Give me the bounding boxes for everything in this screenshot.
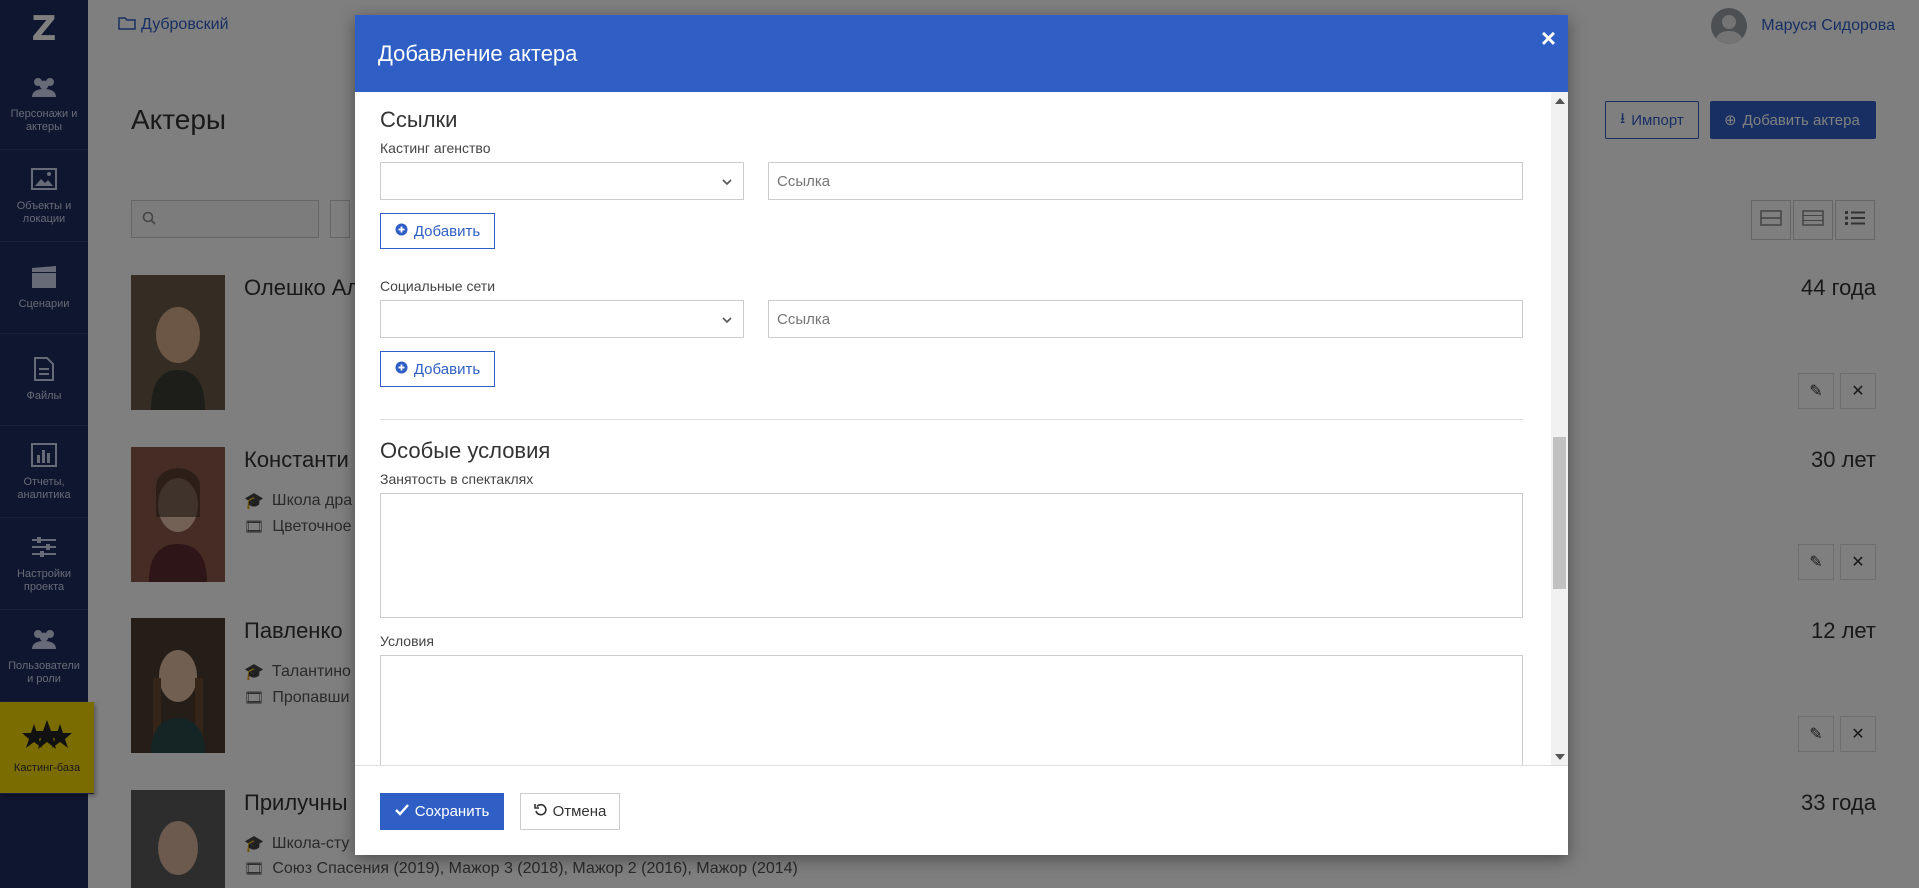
conditions-textarea[interactable] (380, 655, 1523, 765)
add-social-network-button[interactable]: Добавить (380, 351, 495, 387)
save-label: Сохранить (414, 803, 490, 820)
chevron-down-icon (721, 313, 733, 331)
chevron-down-icon (721, 175, 733, 193)
scroll-down-icon[interactable] (1555, 754, 1565, 760)
add-actor-modal: Добавление актера × Ссылки Кастинг агенс… (355, 15, 1568, 855)
modal-scrollbar[interactable] (1551, 92, 1568, 765)
plus-circle-icon (395, 223, 408, 240)
cancel-label: Отмена (552, 803, 607, 820)
add-label: Добавить (413, 222, 481, 240)
social-network-select[interactable] (380, 300, 744, 338)
plus-circle-icon (395, 361, 408, 378)
casting-agency-select[interactable] (380, 162, 744, 200)
social-networks-label: Социальные сети (380, 278, 496, 294)
modal-header: Добавление актера × (355, 15, 1568, 92)
links-section-title: Ссылки (380, 107, 458, 132)
section-divider (380, 419, 1523, 420)
modal-footer: Сохранить Отмена (355, 766, 1568, 855)
scroll-up-icon[interactable] (1555, 98, 1565, 104)
scroll-thumb[interactable] (1553, 437, 1566, 589)
add-casting-agency-button[interactable]: Добавить (380, 213, 495, 249)
special-conditions-title: Особые условия (380, 438, 551, 463)
social-network-link-input[interactable] (768, 300, 1523, 338)
cancel-button[interactable]: Отмена (520, 793, 620, 830)
modal-title: Добавление актера (378, 40, 578, 66)
theatre-employment-textarea[interactable] (380, 493, 1523, 618)
modal-body[interactable]: Ссылки Кастинг агенство Добавить Социаль… (355, 92, 1568, 766)
undo-icon (533, 803, 547, 820)
theatre-employment-label: Занятость в спектаклях (380, 471, 534, 487)
check-icon (394, 803, 409, 820)
close-icon[interactable]: × (1541, 25, 1556, 51)
conditions-label: Условия (380, 633, 434, 649)
add-label: Добавить (413, 360, 481, 378)
casting-agency-link-input[interactable] (768, 162, 1523, 200)
save-button[interactable]: Сохранить (380, 793, 504, 830)
casting-agency-label: Кастинг агенство (380, 140, 491, 156)
